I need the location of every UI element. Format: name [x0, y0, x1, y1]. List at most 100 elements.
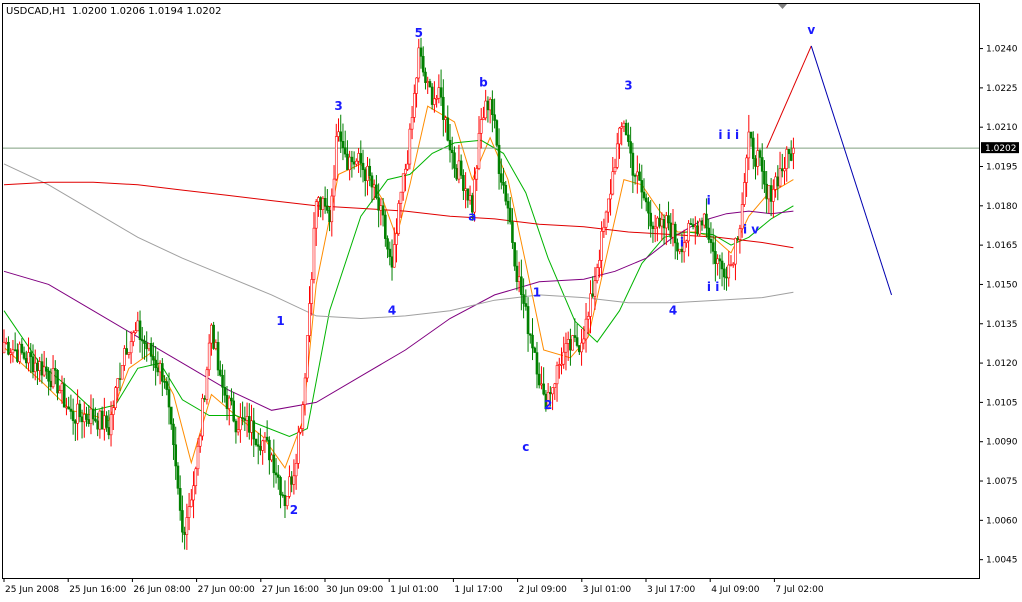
candle-body — [756, 150, 760, 167]
candle-body — [69, 408, 73, 412]
candle-body — [297, 431, 300, 464]
candle-body — [754, 158, 757, 167]
wave-label: 1 — [276, 314, 284, 328]
candle-body — [134, 330, 137, 333]
wave-label: v — [807, 23, 815, 37]
candle-body — [24, 358, 28, 364]
candle-body — [288, 476, 291, 497]
candle-body — [743, 182, 746, 205]
candle-body — [662, 219, 666, 229]
candle-body — [45, 366, 48, 372]
candle-body — [272, 454, 276, 474]
candle-body — [415, 77, 418, 94]
candle-body — [357, 153, 360, 162]
candle-body — [680, 248, 684, 253]
candle-body — [163, 381, 166, 383]
candle-body — [511, 221, 514, 243]
candle-body — [437, 87, 441, 99]
candle-body — [185, 517, 189, 535]
candle-body — [493, 114, 496, 121]
candle-body — [586, 316, 590, 320]
candle-body — [401, 173, 405, 193]
candle-body — [482, 117, 485, 120]
candle-body — [16, 349, 19, 362]
candle-body — [718, 258, 722, 262]
candle-body — [78, 403, 82, 418]
candle-body — [129, 341, 133, 354]
candle-body — [323, 197, 327, 207]
y-tick-label: 1.0135 — [986, 320, 1018, 330]
candle-body — [230, 397, 233, 402]
candle-body — [513, 242, 516, 267]
candle-body — [390, 256, 394, 268]
candle-body — [169, 406, 173, 425]
price-tag-label: 1.0202 — [985, 144, 1017, 154]
x-tick-label: 3 Jul 01:00 — [583, 585, 632, 595]
candle-body — [40, 361, 44, 376]
candle-body — [234, 420, 238, 433]
candle-body — [589, 293, 592, 317]
candle-body — [370, 175, 374, 188]
candle-body — [361, 162, 365, 170]
candle-body — [397, 203, 401, 234]
candle-body — [745, 157, 748, 183]
candle-body — [198, 435, 202, 447]
candle-body — [566, 339, 570, 344]
y-tick-label: 1.0075 — [986, 477, 1018, 487]
candle-body — [533, 347, 537, 353]
candle-body — [51, 368, 55, 388]
candle-body — [27, 352, 30, 364]
chart: 1 2 3 4 5 a b c 1 2 3 4 i i i i i i i i v v 1.0240 1.0225 1… — [0, 0, 1022, 598]
candle-body — [107, 427, 111, 436]
candle-body — [618, 127, 621, 145]
candle-body — [227, 397, 231, 409]
candle-body — [194, 468, 198, 487]
candle-body — [676, 242, 679, 252]
candle-body — [60, 383, 64, 391]
candle-body — [292, 475, 296, 485]
candle-body — [542, 383, 545, 395]
candle-body — [388, 248, 392, 258]
candle-body — [241, 417, 244, 419]
chart-canvas[interactable]: 1 2 3 4 5 a b c 1 2 3 4 i i i i i i i i v v 1.0240 1.0225 1… — [0, 0, 1022, 598]
candle-body — [210, 324, 213, 344]
candle-body — [386, 238, 389, 250]
candle-body — [201, 398, 204, 437]
candle-body — [103, 415, 106, 430]
candle-body — [600, 230, 603, 261]
candle-body — [520, 276, 523, 295]
candle-body — [283, 495, 287, 507]
candle-body — [720, 260, 724, 270]
candle-body — [624, 122, 628, 136]
candle-body — [58, 390, 62, 394]
candle-body — [31, 356, 35, 373]
wave-label: i i i — [718, 128, 739, 142]
candle-body — [486, 100, 490, 111]
y-tick-label: 1.0045 — [986, 556, 1018, 566]
candle-body — [4, 341, 8, 344]
candle-body — [627, 134, 630, 142]
candle-body — [250, 420, 253, 433]
candle-body — [62, 383, 66, 408]
candle-body — [9, 352, 12, 355]
candle-body — [265, 436, 269, 441]
candle-body — [96, 420, 99, 430]
candle-body — [506, 200, 510, 209]
x-tick-label: 25 Jun 2008 — [5, 585, 59, 595]
candle-body — [147, 342, 151, 350]
candle-body — [42, 366, 46, 376]
candle-body — [484, 100, 487, 119]
candle-body — [504, 184, 508, 202]
candle-body — [176, 465, 180, 489]
candle-body — [725, 276, 728, 279]
candle-body — [553, 383, 557, 389]
candle-body — [495, 120, 499, 146]
candle-body — [638, 171, 641, 181]
candle-body — [584, 318, 588, 340]
candle-body — [183, 531, 186, 535]
candle-body — [749, 131, 753, 139]
candle-body — [87, 419, 91, 424]
candle-body — [172, 423, 175, 446]
candle-body — [714, 251, 717, 264]
candle-body — [464, 188, 467, 191]
